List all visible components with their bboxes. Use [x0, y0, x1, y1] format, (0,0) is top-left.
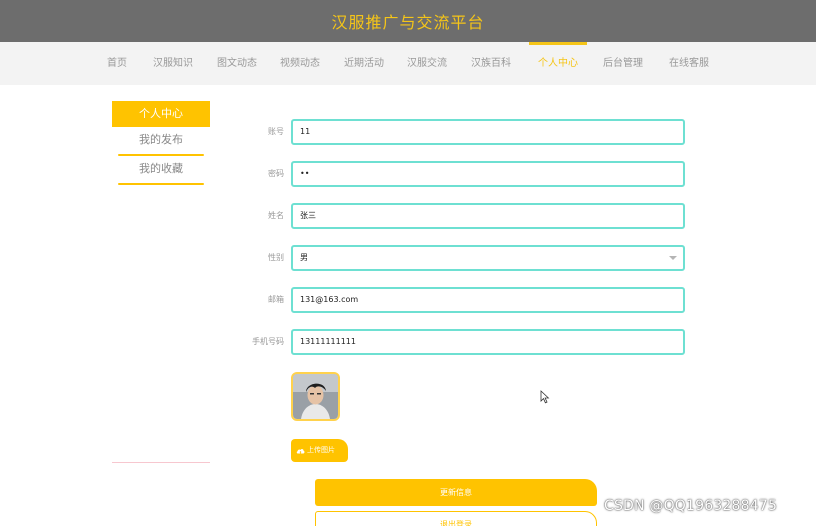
email-label: 邮箱	[268, 295, 284, 304]
nav-item-han-encyclopedia[interactable]: 汉族百科	[468, 42, 514, 85]
password-label: 密码	[268, 169, 284, 178]
cloud-upload-icon	[296, 448, 305, 453]
nav-item-home[interactable]: 首页	[100, 42, 134, 85]
site-header: 汉服推广与交流平台	[0, 0, 816, 42]
nav-item-admin[interactable]: 后台管理	[600, 42, 646, 85]
account-label: 账号	[268, 127, 284, 136]
nav-item-hanfu-knowledge[interactable]: 汉服知识	[150, 42, 196, 85]
nav-item-recent-events[interactable]: 近期活动	[341, 42, 387, 85]
phone-label: 手机号码	[252, 337, 284, 346]
gender-select[interactable]: 男	[291, 245, 685, 271]
nav-item-personal-center[interactable]: 个人中心	[529, 42, 587, 85]
side-menu-header[interactable]: 个人中心	[112, 101, 210, 127]
main-nav: 首页 汉服知识 图文动态 视频动态 近期活动 汉服交流 汉族百科 个人中心 后台…	[0, 42, 816, 85]
site-title: 汉服推广与交流平台	[331, 13, 485, 32]
logout-button[interactable]: 退出登录	[315, 511, 597, 526]
name-input[interactable]: 张三	[291, 203, 685, 229]
nav-item-video-posts[interactable]: 视频动态	[277, 42, 323, 85]
nav-item-hanfu-exchange[interactable]: 汉服交流	[404, 42, 450, 85]
name-label: 姓名	[268, 211, 284, 220]
mouse-pointer-icon	[540, 390, 550, 404]
side-item-my-favorites[interactable]: 我的收藏	[112, 156, 210, 185]
avatar[interactable]	[291, 372, 340, 421]
phone-input[interactable]: 13111111111	[291, 329, 685, 355]
gender-label: 性别	[268, 253, 284, 262]
side-divider	[112, 462, 210, 463]
avatar-photo	[293, 374, 338, 419]
update-info-button[interactable]: 更新信息	[315, 479, 597, 506]
upload-image-button[interactable]: 上传图片	[291, 439, 348, 462]
side-item-my-posts[interactable]: 我的发布	[112, 127, 210, 156]
password-input[interactable]: ••	[291, 161, 685, 187]
side-menu: 个人中心 我的发布 我的收藏	[112, 101, 210, 185]
nav-item-online-service[interactable]: 在线客服	[666, 42, 712, 85]
upload-image-label: 上传图片	[307, 446, 335, 454]
chevron-down-icon	[669, 256, 677, 260]
nav-item-image-posts[interactable]: 图文动态	[214, 42, 260, 85]
account-input[interactable]: 11	[291, 119, 685, 145]
gender-select-value: 男	[300, 253, 308, 262]
email-input[interactable]: 131@163.com	[291, 287, 685, 313]
csdn-watermark: CSDN @QQ1963288475	[604, 498, 778, 514]
